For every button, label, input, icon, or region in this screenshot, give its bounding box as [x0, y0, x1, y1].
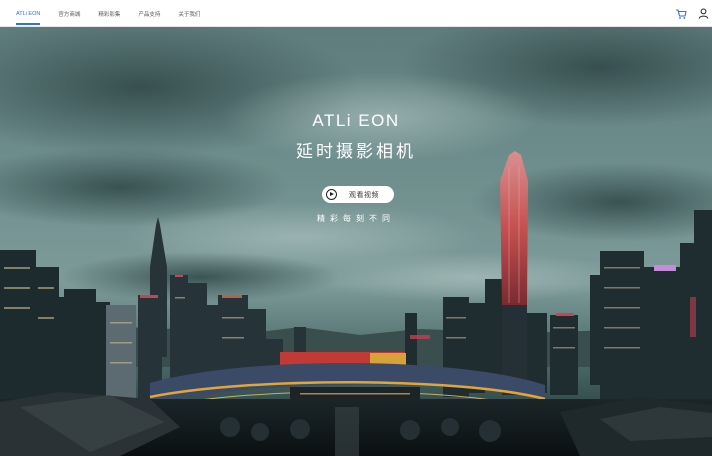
watch-video-button[interactable]: 观看视频 — [322, 186, 394, 203]
play-icon — [326, 189, 337, 200]
hero-banner: ATLi EON 延时摄影相机 观看视频 精彩每刻不同 — [0, 27, 712, 456]
city-skyline-image — [0, 27, 712, 456]
hero-subtitle: 延时摄影相机 — [296, 142, 416, 161]
user-icon[interactable] — [698, 8, 709, 19]
top-navigation-bar: ATLi EON 官方商城 精彩影集 产品支持 关于我们 — [0, 0, 712, 27]
shopping-cart-icon[interactable] — [675, 8, 687, 20]
watch-video-label: 观看视频 — [349, 191, 379, 199]
nav-item-gallery[interactable]: 精彩影集 — [98, 10, 120, 18]
nav-item-about[interactable]: 关于我们 — [178, 10, 200, 18]
nav-item-support[interactable]: 产品支持 — [138, 10, 160, 18]
main-nav: ATLi EON 官方商城 精彩影集 产品支持 关于我们 — [16, 0, 218, 27]
nav-item-official-store[interactable]: 官方商城 — [58, 10, 80, 18]
hero-slogan: 精彩每刻不同 — [317, 214, 395, 223]
nav-item-home[interactable]: ATLi EON — [16, 11, 41, 25]
hero-brand-logo: ATLi EON — [312, 111, 400, 130]
